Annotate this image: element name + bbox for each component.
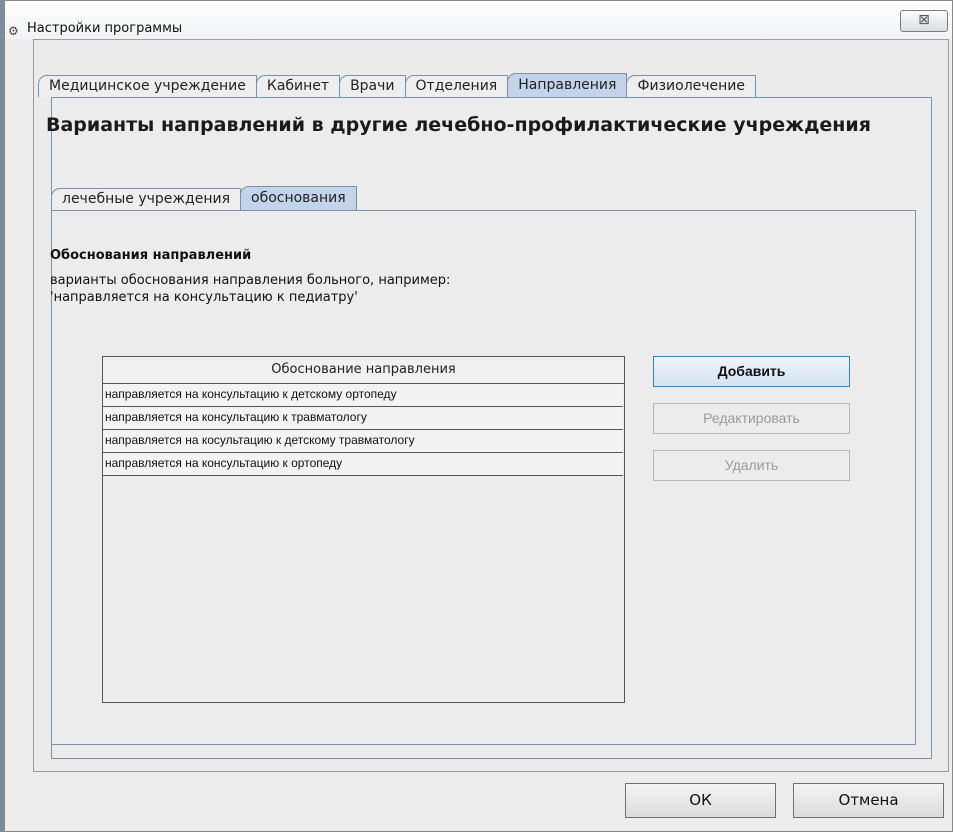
delete-button[interactable]: Удалить	[653, 450, 850, 481]
section-description: варианты обоснования направления больног…	[50, 273, 451, 305]
title-bar[interactable]: ⚙ Настройки программы ⊠	[5, 1, 952, 39]
tab-doctors[interactable]: Врачи	[339, 75, 406, 97]
section-title: Обоснования направлений	[50, 248, 252, 263]
tab-departments[interactable]: Отделения	[404, 75, 509, 97]
client-area: Медицинское учреждение Кабинет Врачи Отд…	[33, 39, 949, 772]
justifications-table: Обоснование направления направляется на …	[102, 356, 625, 703]
tab-medical-institution[interactable]: Медицинское учреждение	[38, 75, 257, 97]
tab-justifications[interactable]: обоснования	[240, 186, 357, 210]
add-button[interactable]: Добавить	[653, 356, 850, 387]
cancel-button[interactable]: Отмена	[793, 783, 944, 818]
tab-referrals[interactable]: Направления	[507, 73, 628, 97]
table-row[interactable]: направляется на косультацию к детскому т…	[103, 430, 623, 453]
page-heading: Варианты направлений в другие лечебно-пр…	[46, 114, 871, 136]
outer-tab-bar: Медицинское учреждение Кабинет Врачи Отд…	[38, 73, 757, 97]
tab-medical-facilities[interactable]: лечебные учреждения	[51, 188, 241, 210]
tab-physiotherapy[interactable]: Физиолечение	[626, 75, 757, 97]
table-row[interactable]: направляется на консультацию к ортопеду	[103, 453, 623, 476]
table-row[interactable]: направляется на консультацию к детскому …	[103, 384, 623, 407]
table-header[interactable]: Обоснование направления	[103, 357, 624, 384]
settings-app-icon: ⚙	[8, 24, 19, 38]
tab-office[interactable]: Кабинет	[255, 75, 341, 97]
window-title: Настройки программы	[27, 21, 183, 36]
close-icon: ⊠	[918, 12, 930, 28]
inner-tab-bar: лечебные учреждения обоснования	[51, 186, 357, 210]
ok-button[interactable]: ОК	[625, 783, 776, 818]
settings-window: ⚙ Настройки программы ⊠ Медицинское учре…	[4, 0, 953, 832]
edit-button[interactable]: Редактировать	[653, 403, 850, 434]
table-row[interactable]: направляется на консультацию к травматол…	[103, 407, 623, 430]
close-button[interactable]: ⊠	[900, 10, 948, 32]
